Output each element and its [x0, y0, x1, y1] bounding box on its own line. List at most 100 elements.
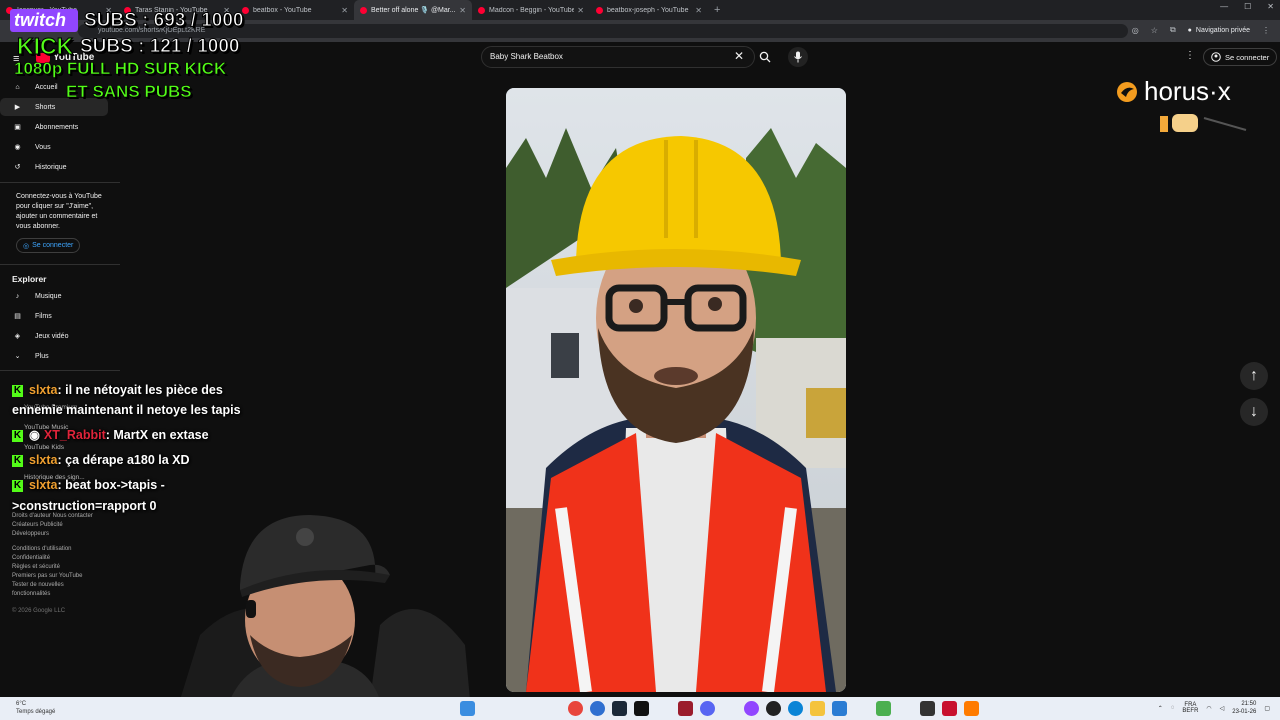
shorts-video-player[interactable] — [506, 88, 846, 692]
chat-message-continued: >construction=rapport 0 — [12, 499, 157, 513]
windows-taskbar: 6°C Temps dégagé ⌃ ◌ FRA BEFR ◠ ◁ 21:50 … — [0, 697, 1280, 720]
chevron-down-icon: ⌄ — [14, 353, 21, 360]
signin-button[interactable]: Se connecter — [1203, 48, 1278, 66]
glasses-graphic — [1160, 114, 1247, 132]
sidebar-item-plus[interactable]: ⌄ Plus — [0, 347, 108, 365]
sidebar-divider — [0, 264, 120, 265]
chat-username: slxta — [29, 383, 58, 397]
footer-links-2: Conditions d'utilisation Confidentialité… — [12, 546, 83, 597]
sidebar-signin-button[interactable]: ◎ Se connecter — [16, 238, 81, 253]
notification-icon[interactable]: ▢ — [1264, 705, 1270, 712]
search-input[interactable]: Baby Shark Beatbox — [481, 46, 755, 68]
terminal-icon[interactable] — [634, 701, 649, 716]
chat-message: Kslxta: beat box->tapis - — [12, 478, 165, 492]
kick-badge-icon: K — [12, 479, 23, 492]
steam-icon[interactable] — [612, 701, 627, 716]
incognito-icon: ● — [1187, 26, 1192, 34]
promo-line-2: ET SANS PUBS — [66, 82, 192, 102]
chevron-up-icon[interactable]: ⌃ — [1158, 705, 1163, 712]
sidebar-divider — [0, 182, 120, 183]
you-icon: ◉ — [14, 144, 21, 151]
minimize-icon[interactable]: — — [1220, 2, 1228, 11]
sidebar-item-historique[interactable]: ↺ Historique — [0, 158, 108, 176]
youtube-favicon-icon — [478, 6, 485, 14]
chat-username: slxta — [29, 453, 58, 467]
home-icon: ⌂ — [15, 83, 20, 91]
video-frame-image — [506, 88, 846, 692]
network-icon[interactable]: ◌ — [1171, 705, 1175, 711]
signin-promo-text: Connectez-vous à YouTube pour cliquer su… — [16, 193, 102, 230]
app-icon[interactable] — [678, 701, 693, 716]
discord-icon[interactable] — [700, 701, 715, 716]
clock[interactable]: 21:50 23-01-26 — [1232, 700, 1256, 716]
address-bar-actions: ◎ ☆ ⧉ ● Navigation privée ⋮ — [1132, 25, 1270, 35]
sidebar-item-vous[interactable]: ◉ Vous — [0, 138, 108, 156]
arrow-down-icon: ↓ — [1250, 403, 1258, 420]
voice-search-button[interactable] — [788, 47, 808, 67]
language-indicator[interactable]: FRA BEFR — [1182, 702, 1198, 714]
system-tray: ⌃ ◌ FRA BEFR ◠ ◁ 21:50 23-01-26 ▢ — [1158, 700, 1270, 716]
shorts-icon: ▶ — [14, 104, 21, 111]
app-icon[interactable] — [876, 701, 891, 716]
folder-icon[interactable] — [810, 701, 825, 716]
search-icon — [759, 51, 771, 63]
sidebar-divider — [0, 370, 120, 371]
previous-short-button[interactable]: ↑ — [1240, 362, 1268, 390]
clear-search-icon[interactable]: ✕ — [734, 49, 744, 63]
next-short-button[interactable]: ↓ — [1240, 398, 1268, 426]
kick-badge-icon: K — [12, 429, 23, 442]
sidebar-item-abonnements[interactable]: ▣ Abonnements — [0, 118, 108, 136]
chat-username: XT_Rabbit — [43, 428, 106, 442]
maximize-icon[interactable]: ☐ — [1244, 2, 1251, 11]
window-controls: — ☐ ✕ — [1220, 2, 1274, 11]
browser-tab-active[interactable]: Better off alone 🎙️ @Mar... ✕ — [354, 0, 472, 20]
music-icon: ♪ — [15, 292, 20, 300]
chat-message: K ◉ XT_Rabbit: MartX en extase — [12, 428, 209, 442]
explore-heading: Explorer — [12, 274, 47, 284]
settings-menu-icon[interactable]: ⋮ — [1185, 50, 1195, 61]
browser-tab[interactable]: Madcon - Beggin - YouTube ✕ — [472, 0, 590, 20]
app-icon[interactable] — [832, 701, 847, 716]
close-tab-icon[interactable]: ✕ — [459, 6, 466, 15]
twitch-app-icon[interactable] — [744, 701, 759, 716]
films-icon: ▤ — [14, 313, 21, 320]
mod-badge-icon: ◉ — [29, 428, 40, 442]
promo-line-1: 1080p FULL HD SUR KICK — [14, 59, 227, 79]
browser-tab[interactable]: beatbox-joseph - YouTube ✕ — [590, 0, 708, 20]
kick-badge-icon: K — [12, 454, 23, 467]
twitch-logo: twitch — [10, 9, 78, 32]
chat-message: Kslxta: il ne nétoyait les pièce des — [12, 383, 223, 397]
obs-icon[interactable] — [766, 701, 781, 716]
chrome-icon[interactable] — [568, 701, 583, 716]
close-tab-icon[interactable]: ✕ — [341, 6, 348, 15]
browser-menu-icon[interactable]: ⋮ — [1262, 26, 1270, 35]
sidebar-item-jeux-video[interactable]: ◈ Jeux vidéo — [0, 327, 108, 345]
chat-message-continued: ennemie maintenant il netoye les tapis — [12, 403, 241, 417]
app-icon[interactable] — [920, 701, 935, 716]
extensions-icon[interactable]: ⧉ — [1170, 25, 1176, 35]
sidebar-item-films[interactable]: ▤ Films — [0, 307, 108, 325]
gaming-icon: ◈ — [14, 333, 21, 340]
horus-x-logo: horus·x — [1116, 76, 1231, 107]
vlc-icon[interactable] — [964, 701, 979, 716]
weather-widget[interactable]: 6°C Temps dégagé — [16, 700, 55, 716]
close-tab-icon[interactable]: ✕ — [577, 6, 584, 15]
search-button[interactable] — [755, 47, 775, 67]
private-mode-badge[interactable]: ● Navigation privée — [1188, 27, 1250, 34]
wifi-icon[interactable]: ◠ — [1206, 705, 1211, 712]
edge-icon[interactable] — [788, 701, 803, 716]
youtube-favicon-icon — [360, 6, 367, 14]
start-icon[interactable] — [460, 701, 475, 716]
volume-icon[interactable]: ◁ — [1220, 705, 1225, 712]
sidebar-item-musique[interactable]: ♪ Musique — [0, 287, 108, 305]
bookmark-star-icon[interactable]: ☆ — [1151, 26, 1158, 35]
close-tab-icon[interactable]: ✕ — [695, 6, 702, 15]
eye-off-icon[interactable]: ◎ — [1132, 26, 1139, 35]
app-icon[interactable] — [942, 701, 957, 716]
app-icon[interactable] — [590, 701, 605, 716]
close-window-icon[interactable]: ✕ — [1267, 2, 1274, 11]
account-icon — [1211, 52, 1221, 62]
browser-tab[interactable]: beatbox - YouTube ✕ — [236, 0, 354, 20]
new-tab-button[interactable]: + — [708, 4, 726, 16]
copyright: © 2026 Google LLC — [12, 608, 66, 614]
